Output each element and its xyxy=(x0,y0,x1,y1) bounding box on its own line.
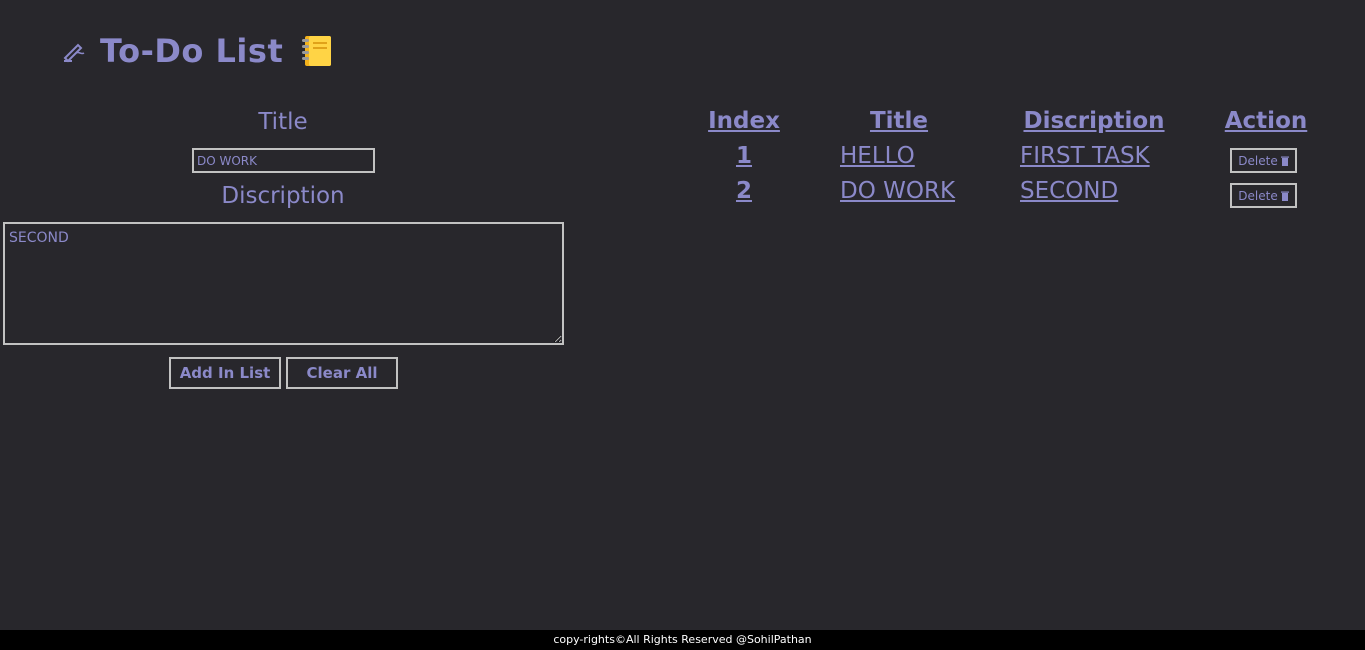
description-textarea[interactable]: SECOND xyxy=(3,222,564,345)
footer: copy-rights©All Rights Reserved @SohilPa… xyxy=(0,630,1365,650)
header-description: Discription xyxy=(1023,108,1165,134)
delete-button[interactable]: Delete xyxy=(1230,183,1297,208)
row-index: 1 xyxy=(735,143,753,169)
trash-icon xyxy=(1280,156,1289,166)
description-label: Discription xyxy=(221,183,345,209)
row-index: 2 xyxy=(735,178,753,204)
header-action: Action xyxy=(1224,108,1308,134)
title-input[interactable] xyxy=(192,148,375,173)
copyright-text: copy-rights©All Rights Reserved @SohilPa… xyxy=(553,633,812,646)
delete-button[interactable]: Delete xyxy=(1230,148,1297,173)
page-title: To-Do List xyxy=(100,32,284,70)
app-header: To-Do List xyxy=(62,28,333,74)
header-index: Index xyxy=(708,108,780,134)
title-label: Title xyxy=(258,109,308,135)
clear-all-button[interactable]: Clear All xyxy=(286,357,398,389)
row-description: SECOND xyxy=(1020,178,1119,204)
row-description: FIRST TASK xyxy=(1020,143,1150,169)
header-title: Title xyxy=(869,108,929,134)
row-title: DO WORK xyxy=(840,178,956,204)
notebook-icon xyxy=(302,36,332,66)
row-title: HELLO xyxy=(840,143,915,169)
delete-button-label: Delete xyxy=(1238,153,1278,168)
writing-hand-icon xyxy=(63,43,85,63)
delete-button-label: Delete xyxy=(1238,188,1278,203)
add-in-list-button[interactable]: Add In List xyxy=(169,357,281,389)
trash-icon xyxy=(1280,191,1289,201)
